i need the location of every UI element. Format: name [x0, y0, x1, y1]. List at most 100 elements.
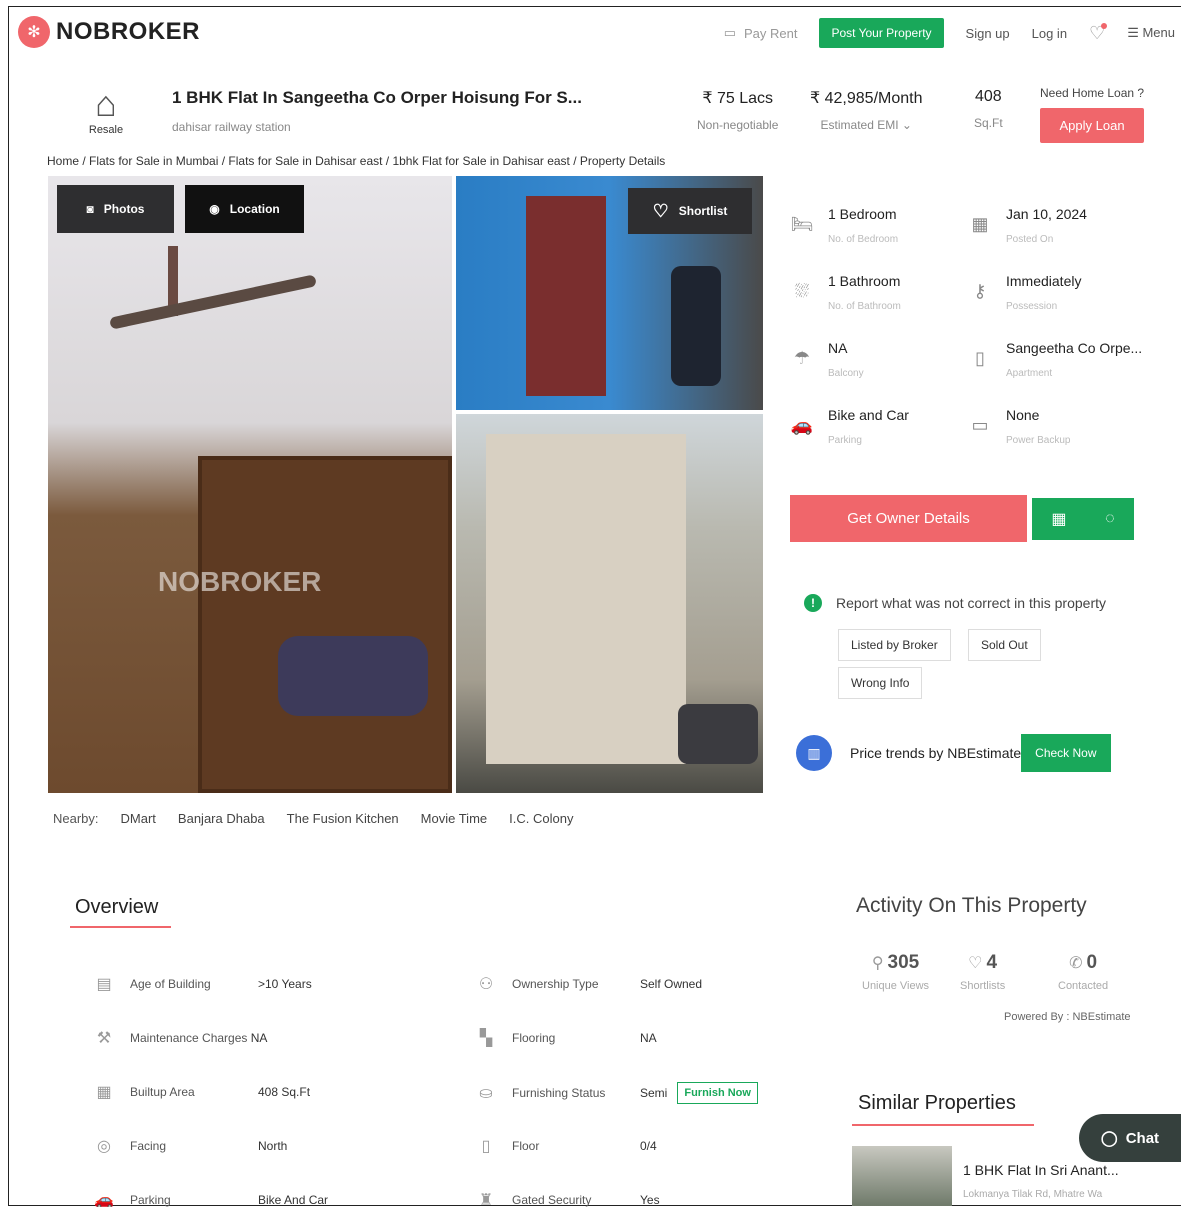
bed-icon: 🛏 — [790, 214, 814, 234]
car-icon: 🚗 — [790, 415, 814, 435]
check-now-button[interactable]: Check Now — [1021, 734, 1111, 772]
tools-icon: ⚒ — [96, 1030, 112, 1047]
car-icon: 🚗 — [94, 1192, 114, 1207]
chat-button[interactable]: ◯ Chat — [1079, 1114, 1181, 1162]
detail-power-backup: ▭ None Power Backup — [968, 407, 1070, 446]
area-stat: 408 Sq.Ft — [974, 88, 1003, 130]
property-location[interactable]: dahisar railway station — [172, 120, 291, 134]
chat-bubble-icon[interactable]: ◌ — [1105, 510, 1115, 528]
logo-text: NOBROKER — [56, 18, 201, 45]
photo-gallery[interactable]: NOBROKER ◙ Photos ◉ Location ♡ Shortlist — [48, 176, 763, 793]
activity-title: Activity On This Property — [856, 894, 1087, 917]
detail-possession: ⚷ Immediately Possession — [968, 273, 1081, 312]
watermark: NOBROKER — [158, 566, 322, 597]
main-photo[interactable]: NOBROKER — [48, 176, 452, 793]
overview-row: ▯ Floor 0/4 — [474, 1136, 657, 1156]
shortlists-stat: ♡ 4 Shortlists — [960, 952, 1006, 992]
overview-row: ▚ Flooring NA — [474, 1028, 657, 1048]
overview-row: ⚇ Ownership Type Self Owned — [474, 974, 702, 994]
phone-icon: ✆ — [1069, 955, 1083, 972]
nearby-item[interactable]: DMart — [121, 811, 156, 826]
heart-icon: ♡ — [652, 200, 669, 221]
card-icon: ▭ — [723, 25, 736, 40]
schedule-visit-icon[interactable]: ▦ — [1051, 509, 1066, 529]
photo-building[interactable] — [456, 414, 763, 793]
overview-row: ▤ Age of Building >10 Years — [92, 974, 311, 994]
pay-rent-link[interactable]: ▭ Pay Rent — [724, 25, 798, 41]
overview-row: ▦ Builtup Area 408 Sq.Ft — [92, 1082, 310, 1102]
building-age-icon: ▤ — [96, 976, 112, 993]
apply-loan-button[interactable]: Apply Loan — [1040, 108, 1145, 143]
logo-icon: ✻ — [18, 16, 50, 48]
guard-icon: ♜ — [478, 1192, 494, 1207]
property-title: 1 BHK Flat In Sangeetha Co Orper Hoisung… — [172, 88, 582, 107]
report-chip-broker[interactable]: Listed by Broker — [838, 629, 951, 661]
battery-icon: ▭ — [971, 415, 989, 435]
key-icon: ⚷ — [973, 281, 987, 301]
user-icon: ⚲ — [871, 955, 884, 972]
detail-balcony: ☂ NA Balcony — [790, 340, 864, 379]
overview-row: ⛀ Furnishing Status Semi Furnish Now — [474, 1082, 758, 1104]
post-property-button[interactable]: Post Your Property — [819, 18, 944, 48]
building-icon: ▯ — [975, 348, 985, 368]
nearby-list: Nearby: DMart Banjara Dhaba The Fusion K… — [53, 811, 574, 826]
similar-property-title[interactable]: 1 BHK Flat In Sri Anant... — [963, 1162, 1119, 1178]
heart-icon[interactable]: ♡ — [1089, 22, 1108, 44]
emi-stat[interactable]: ₹ 42,985/Month Estimated EMI ⌄ — [810, 88, 922, 132]
overview-title: Overview — [75, 896, 159, 918]
overview-row: 🚗 Parking Bike And Car — [92, 1190, 328, 1207]
bath-icon: ⛆ — [794, 281, 810, 301]
sofa-icon: ⛀ — [479, 1085, 493, 1102]
unique-views-stat: ⚲ 305 Unique Views — [862, 952, 930, 992]
floor-icon: ▯ — [481, 1138, 491, 1155]
overview-row: ⚒ Maintenance Charges NA — [92, 1028, 268, 1048]
location-button[interactable]: ◉ Location — [185, 185, 304, 233]
furnish-now-button[interactable]: Furnish Now — [677, 1082, 758, 1104]
powered-by: Powered By : NBEstimate — [1004, 1011, 1131, 1023]
nobroker-logo[interactable]: ✻ NOBROKER — [18, 16, 200, 48]
nearby-item[interactable]: I.C. Colony — [509, 811, 573, 826]
detail-bathroom: ⛆ 1 Bathroom No. of Bathroom — [790, 273, 901, 312]
detail-parking: 🚗 Bike and Car Parking — [790, 407, 909, 446]
breadcrumb[interactable]: Home / Flats for Sale in Mumbai / Flats … — [47, 154, 665, 168]
detail-bedroom: 🛏 1 Bedroom No. of Bedroom — [790, 206, 899, 245]
house-icon: ⌂ — [95, 83, 117, 124]
area-icon: ▦ — [96, 1084, 112, 1101]
shortlist-button[interactable]: ♡ Shortlist — [628, 188, 752, 234]
overview-row: ◎ Facing North — [92, 1136, 287, 1156]
camera-icon: ◙ — [86, 202, 94, 216]
sign-up-link[interactable]: Sign up — [966, 26, 1010, 41]
ownership-icon: ⚇ — [478, 976, 494, 993]
hamburger-icon: ☰ — [1127, 25, 1139, 40]
alert-icon: ! — [804, 594, 822, 612]
nearby-item[interactable]: Banjara Dhaba — [178, 811, 265, 826]
balcony-icon: ☂ — [793, 348, 811, 368]
price-stat: ₹ 75 Lacs Non-negotiable — [697, 90, 779, 132]
chat-icon: ◯ — [1100, 1130, 1118, 1147]
report-chip-wrong[interactable]: Wrong Info — [838, 667, 923, 699]
detail-posted: ▦ Jan 10, 2024 Posted On — [968, 206, 1086, 245]
home-loan-box: Need Home Loan ? Apply Loan — [1040, 86, 1145, 143]
log-in-link[interactable]: Log in — [1032, 26, 1067, 41]
nearby-item[interactable]: The Fusion Kitchen — [287, 811, 399, 826]
similar-property-photo[interactable] — [852, 1146, 952, 1206]
flooring-icon: ▚ — [479, 1030, 493, 1047]
photos-button[interactable]: ◙ Photos — [57, 185, 174, 233]
nearby-item[interactable]: Movie Time — [421, 811, 487, 826]
price-trends: ▥ Price trends by NBEstimate Check Now — [796, 734, 1111, 772]
detail-apartment: ▯ Sangeetha Co Orpe... Apartment — [968, 340, 1142, 379]
similar-title: Similar Properties — [858, 1092, 1016, 1114]
menu-button[interactable]: ☰ Menu — [1127, 25, 1175, 41]
owner-action-group: ▦ ◌ — [1032, 498, 1134, 540]
compass-icon: ◉ — [209, 202, 220, 216]
resale-badge: ⌂ Resale — [82, 83, 130, 137]
report-section: ! Report what was not correct in this pr… — [804, 594, 1106, 612]
report-chip-sold[interactable]: Sold Out — [968, 629, 1041, 661]
get-owner-details-button[interactable]: Get Owner Details — [790, 495, 1027, 542]
overview-row: ♜ Gated Security Yes — [474, 1190, 660, 1207]
contacted-stat: ✆ 0 Contacted — [1058, 952, 1109, 992]
calendar-icon: ▦ — [971, 214, 989, 234]
compass-icon: ◎ — [97, 1138, 111, 1155]
chevron-down-icon: ⌄ — [901, 118, 912, 132]
heart-icon: ♡ — [968, 955, 983, 972]
